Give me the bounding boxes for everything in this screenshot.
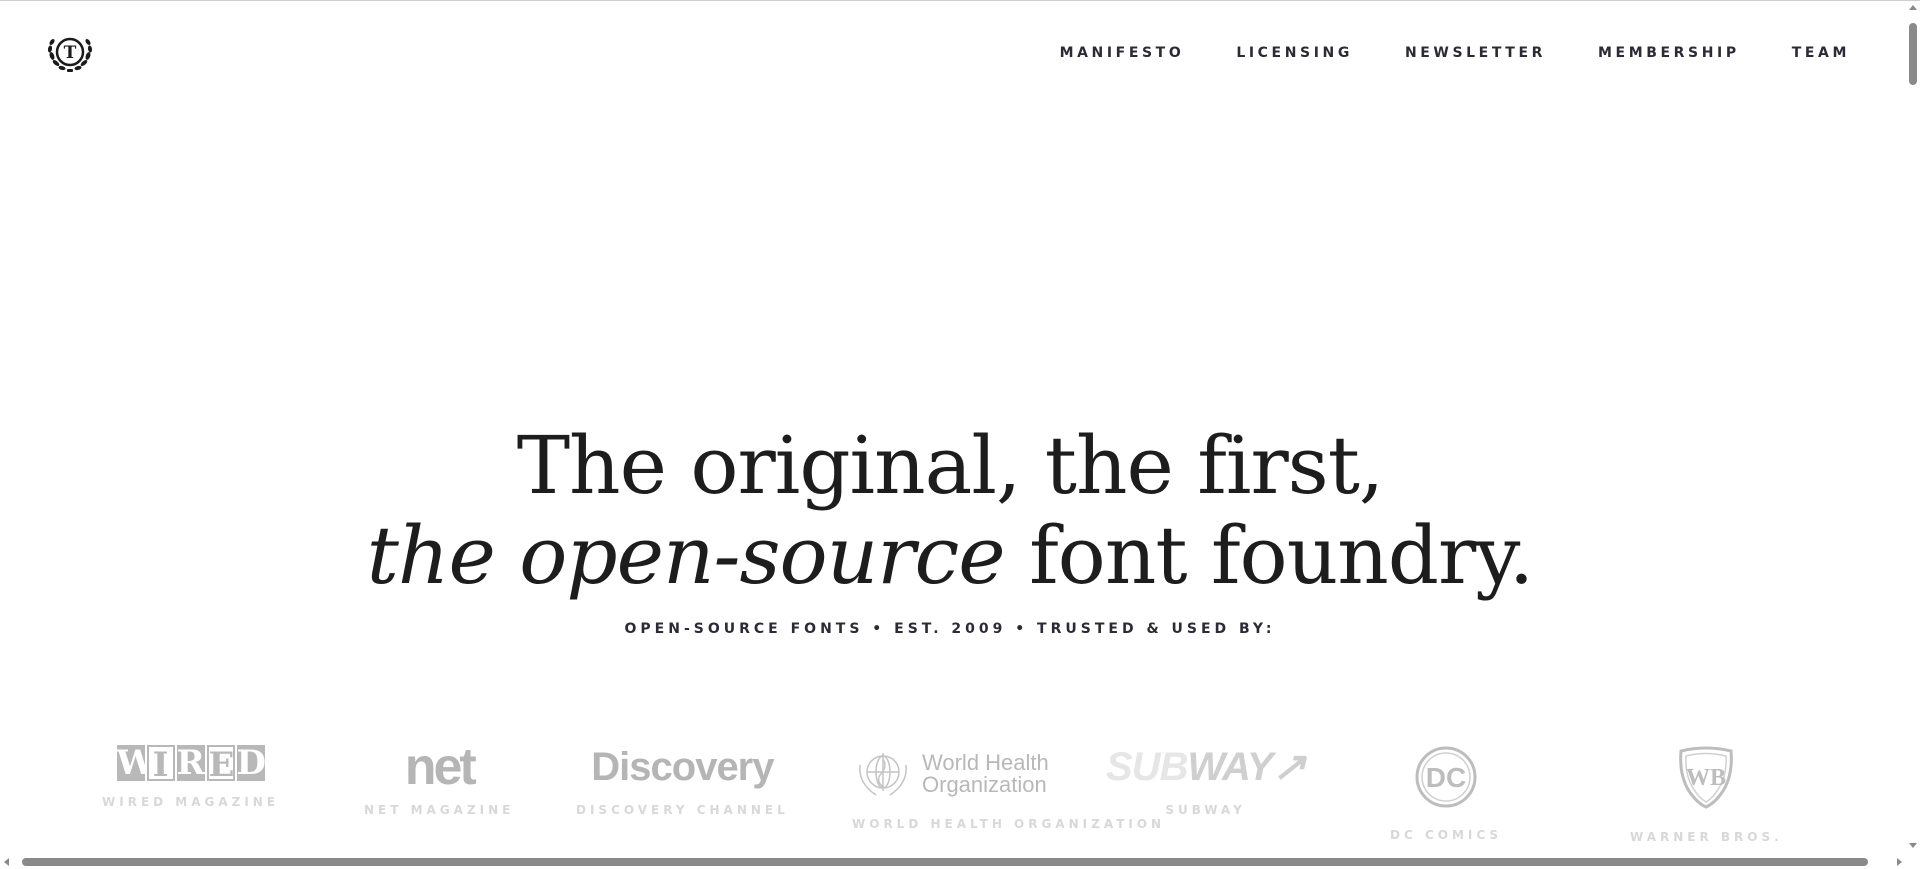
nav-manifesto[interactable]: MANIFESTO [1060,45,1185,61]
client-logos: WIRED WIRED MAGAZINE net NET MAGAZINE Di… [62,738,1842,855]
logo-letter: T [64,43,77,63]
dc-logo-text: DC [1426,762,1466,793]
nav-newsletter[interactable]: NEWSLETTER [1405,45,1546,61]
subway-logo-way: WAY [1187,745,1273,789]
scroll-up-arrow-icon[interactable] [1909,5,1917,10]
nav-membership[interactable]: MEMBERSHIP [1598,45,1740,61]
page: T MANIFESTO LICENSING NEWSLETTER MEMBERS… [0,0,1920,869]
globe-laurel-icon [859,753,907,796]
client-caption: WARNER BROS. [1630,830,1783,844]
nav-team[interactable]: TEAM [1792,45,1850,61]
scroll-right-arrow-icon[interactable] [1897,858,1902,866]
site-logo[interactable]: T [44,29,96,75]
client-discovery[interactable]: Discovery DISCOVERY CHANNEL [576,745,789,817]
client-caption: SUBWAY [1165,803,1246,817]
client-subway[interactable]: SUBWAY↗ SUBWAY [1106,745,1307,817]
client-net[interactable]: net NET MAGAZINE [364,738,515,817]
dc-logo: DC [1415,746,1477,808]
nav-licensing[interactable]: LICENSING [1236,45,1353,61]
scroll-left-arrow-icon[interactable] [4,858,9,866]
hero-section: The original, the first, the open-source… [0,419,1900,638]
wb-shield-logo: WB [1679,746,1734,809]
client-caption: WIRED MAGAZINE [102,795,280,809]
hero-headline-line2: the open-source font foundry. [0,511,1900,601]
hero-headline-rest: font foundry. [1004,509,1534,602]
wired-logo: WIRED [116,743,267,785]
hero-headline-line1: The original, the first, [516,419,1385,512]
who-logo-line1: World Health [922,750,1049,775]
client-caption: NET MAGAZINE [364,803,515,817]
subway-logo: SUBWAY↗ [1106,745,1307,789]
net-logo: net [404,738,477,796]
client-caption: WORLD HEALTH ORGANIZATION [852,817,1166,831]
wb-logo-text: WB [1686,765,1726,791]
hero-headline-italic: the open-source [366,509,1006,602]
discovery-logo: Discovery [591,745,774,789]
vertical-scrollbar[interactable] [1906,1,1920,869]
vertical-scroll-thumb[interactable] [1909,23,1917,85]
client-caption: DC COMICS [1390,828,1503,842]
hero-tagline: OPEN-SOURCE FONTS • EST. 2009 • TRUSTED … [624,621,1276,637]
laurel-t-monogram-icon: T [47,37,93,72]
who-logo-line2: Organization [922,772,1047,797]
horizontal-scrollbar[interactable] [0,855,1906,869]
client-warner-bros[interactable]: WB WARNER BROS. [1630,745,1783,844]
subway-logo-sub: SUB [1106,745,1188,789]
horizontal-scroll-thumb[interactable] [22,858,1868,866]
arrow-icon: ↗ [1272,745,1307,789]
client-caption: DISCOVERY CHANNEL [576,803,789,817]
main-nav: MANIFESTO LICENSING NEWSLETTER MEMBERSHI… [1060,45,1850,61]
client-dc[interactable]: DC DC COMICS [1390,745,1502,842]
scroll-down-arrow-icon[interactable] [1909,843,1917,848]
client-wired[interactable]: WIRED WIRED MAGAZINE [102,745,279,809]
